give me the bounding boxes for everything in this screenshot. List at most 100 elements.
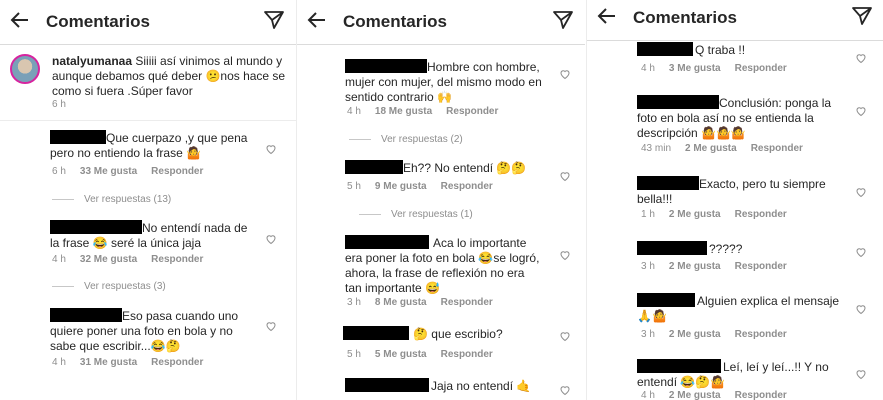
send-icon[interactable] (850, 4, 874, 28)
caption-meta: 6 h (52, 99, 80, 110)
heart-icon[interactable] (265, 233, 277, 245)
comment-meta: 3 h 8 Me gusta Responder (347, 297, 507, 308)
heart-icon[interactable] (855, 105, 867, 117)
reply-button[interactable]: Responder (151, 166, 203, 177)
comment-meta: 3 h 2 Me gusta Responder (641, 261, 801, 272)
comment-text: Eh?? No entendí 🤔🤔 (403, 161, 527, 175)
page-title: Comentarios (633, 8, 737, 27)
comment-time: 43 min (641, 143, 672, 154)
like-count[interactable]: 8 Me gusta (375, 297, 427, 308)
comment-meta: 1 h 2 Me gusta Responder (641, 209, 801, 220)
header: Comentarios (587, 0, 883, 41)
reply-button[interactable]: Responder (735, 209, 787, 220)
heart-icon[interactable] (855, 303, 867, 315)
comment-text: Eso pasa cuando uno quiere poner una fot… (50, 309, 239, 353)
avatar[interactable] (10, 54, 40, 84)
like-count[interactable]: 5 Me gusta (375, 349, 427, 360)
comment-time: 5 h (347, 181, 361, 192)
comment-meta: 43 min 2 Me gusta Responder (641, 143, 817, 154)
reply-button[interactable]: Responder (751, 143, 803, 154)
comment-text: 🤔 que escribio? (413, 327, 503, 341)
view-replies-button[interactable]: Ver respuestas (2) (349, 134, 463, 145)
like-count[interactable]: 9 Me gusta (375, 181, 427, 192)
like-count[interactable]: 33 Me gusta (80, 166, 137, 177)
heart-icon[interactable] (559, 170, 571, 182)
comment-text: No entendí nada de la frase 😂 seré la ún… (50, 221, 248, 250)
comment-time: 1 h (641, 209, 655, 220)
heart-icon[interactable] (559, 384, 571, 396)
reply-button[interactable]: Responder (735, 261, 787, 272)
like-count[interactable]: 2 Me gusta (669, 209, 721, 220)
heart-icon[interactable] (559, 68, 571, 80)
view-replies-button[interactable]: Ver respuestas (13) (52, 194, 171, 205)
comment-text: Leí, leí y leí...!! Y no entendí 😂🤔🤷 (637, 360, 829, 389)
comment-meta: 4 h 2 Me gusta Responder (641, 390, 801, 400)
reply-button[interactable]: Responder (446, 106, 498, 117)
comment-text: Q traba !! (695, 43, 746, 57)
heart-icon[interactable] (265, 143, 277, 155)
reply-button[interactable]: Responder (735, 329, 787, 340)
reply-button[interactable]: Responder (441, 349, 493, 360)
replies-line (349, 138, 371, 140)
like-count[interactable]: 2 Me gusta (685, 143, 737, 154)
caption-username[interactable]: natalyumanaa (52, 54, 132, 68)
comment-meta: 6 h 33 Me gusta Responder (52, 166, 217, 177)
like-count[interactable]: 2 Me gusta (669, 390, 721, 400)
reply-button[interactable]: Responder (151, 357, 203, 368)
header: Comentarios (0, 0, 296, 45)
reply-button[interactable]: Responder (735, 63, 787, 74)
like-count[interactable]: 18 Me gusta (375, 106, 432, 117)
view-replies-button[interactable]: Ver respuestas (3) (52, 281, 166, 292)
comments-panel-2: Comentarios Hombre con hombre, mujer con… (296, 0, 585, 400)
comment-time: 3 h (641, 329, 655, 340)
comment-time: 4 h (52, 357, 66, 368)
replies-line (359, 213, 381, 215)
page-title: Comentarios (46, 12, 150, 31)
back-arrow-icon[interactable] (305, 8, 329, 32)
comment-meta: 3 h 2 Me gusta Responder (641, 329, 801, 340)
like-count[interactable]: 31 Me gusta (80, 357, 137, 368)
like-count[interactable]: 2 Me gusta (669, 261, 721, 272)
page-title: Comentarios (343, 12, 447, 31)
heart-icon[interactable] (855, 186, 867, 198)
comments-panel-3: Comentarios Q traba !! 4 h 3 Me gusta Resp… (586, 0, 883, 400)
view-replies-button[interactable]: Ver respuestas (1) (359, 209, 473, 220)
comments-panel-1: Comentarios natalyumanaa Siiiii así vini… (0, 0, 296, 400)
heart-icon[interactable] (559, 249, 571, 261)
comment-text: Jaja no entendí 🤙 (431, 379, 532, 393)
comment-meta: 5 h 5 Me gusta Responder (347, 349, 507, 360)
back-arrow-icon[interactable] (8, 8, 32, 32)
send-icon[interactable] (262, 8, 286, 32)
reply-button[interactable]: Responder (151, 254, 203, 265)
reply-button[interactable]: Responder (735, 390, 787, 400)
heart-icon[interactable] (559, 330, 571, 342)
heart-icon[interactable] (855, 52, 867, 64)
like-count[interactable]: 2 Me gusta (669, 329, 721, 340)
comment-text: Alguien explica el mensaje 🙏🤷 (637, 294, 840, 323)
comment-time: 4 h (52, 254, 66, 265)
comment-text: Hombre con hombre, mujer con mujer, del … (345, 60, 542, 104)
reply-button[interactable]: Responder (441, 297, 493, 308)
view-replies-label: Ver respuestas (2) (381, 134, 463, 145)
comment-time: 6 h (52, 166, 66, 177)
like-count[interactable]: 3 Me gusta (669, 63, 721, 74)
comment-text: Que cuerpazo ,y que pena pero no entiend… (50, 131, 248, 160)
reply-button[interactable]: Responder (441, 181, 493, 192)
divider (0, 120, 296, 121)
heart-icon[interactable] (855, 246, 867, 258)
heart-icon[interactable] (855, 368, 867, 380)
view-replies-label: Ver respuestas (13) (84, 194, 172, 205)
send-icon[interactable] (551, 8, 575, 32)
comment-text: Aca lo importante era poner la foto en b… (345, 236, 540, 295)
comment-text: ????? (709, 242, 743, 256)
back-arrow-icon[interactable] (595, 4, 619, 28)
comment-time: 4 h (347, 106, 361, 117)
replies-line (52, 198, 74, 200)
like-count[interactable]: 32 Me gusta (80, 254, 137, 265)
comment-meta: 4 h 31 Me gusta Responder (52, 357, 217, 368)
comment-time: 5 h (347, 349, 361, 360)
replies-line (52, 285, 74, 287)
view-replies-label: Ver respuestas (3) (84, 281, 166, 292)
heart-icon[interactable] (265, 320, 277, 332)
comment-text: Conclusión: ponga la foto en bola así no… (637, 96, 832, 140)
